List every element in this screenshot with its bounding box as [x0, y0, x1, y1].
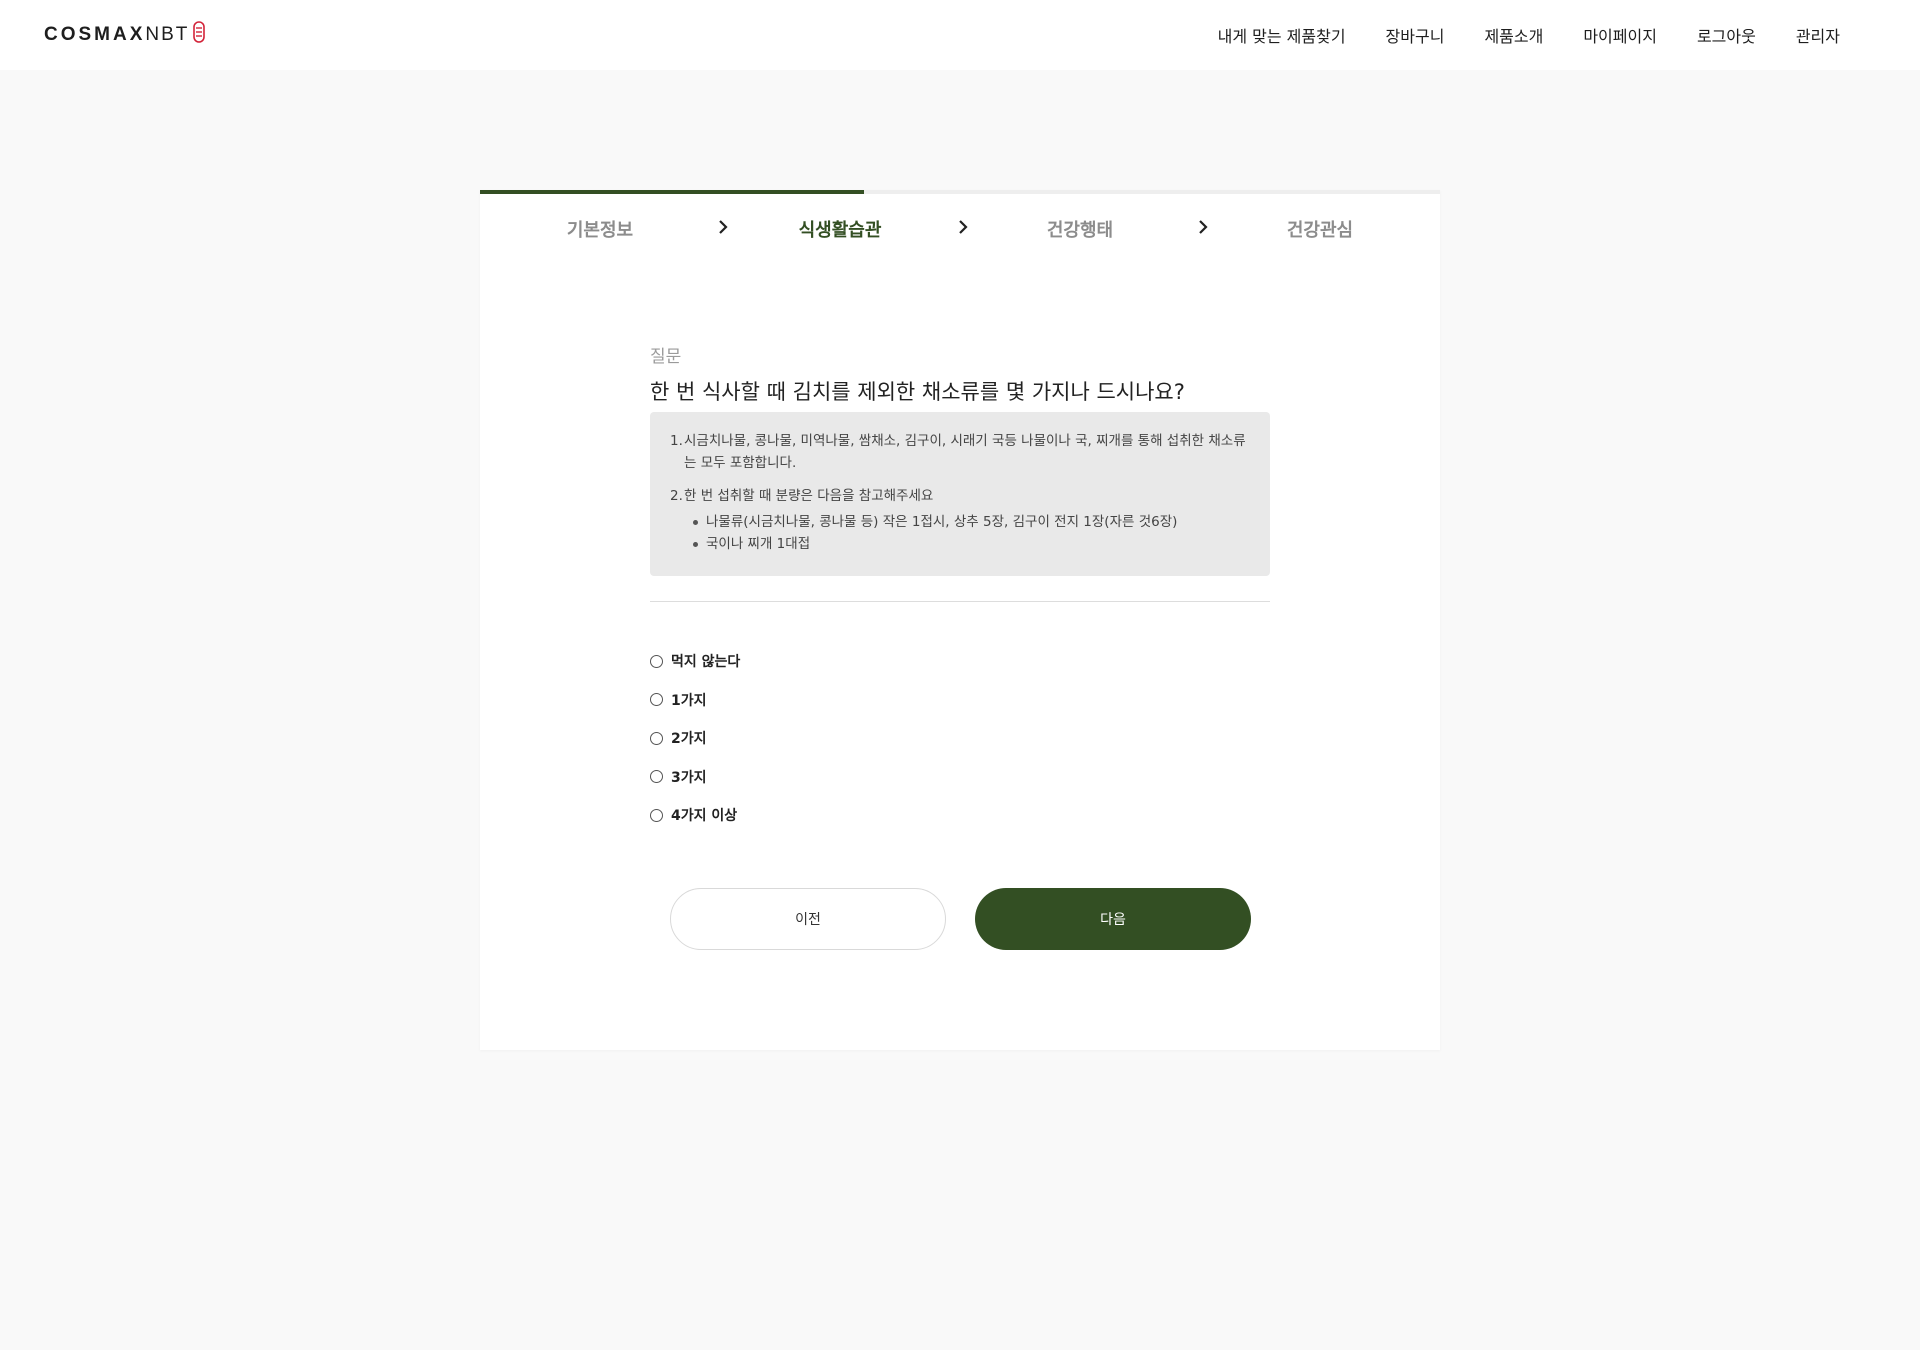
note-2-list: 나물류(시금치나물, 콩나물 등) 작은 1접시, 상추 5장, 김구이 전지 …: [670, 511, 1250, 555]
prev-button[interactable]: 이전: [670, 888, 946, 950]
step-health-interest: 건강관심: [1286, 220, 1354, 241]
step-basic-info: 기본정보: [566, 220, 634, 241]
cosmax-nbt-logo[interactable]: COSMAXNBT: [44, 21, 206, 48]
question-title: 한 번 식사할 때 김치를 제외한 채소류를 몇 가지나 드시나요?: [650, 380, 1185, 404]
note-2-text: 한 번 섭취할 때 분량은 다음을 참고해주세요: [684, 488, 934, 504]
nav-cart[interactable]: 장바구니: [1386, 23, 1445, 47]
logo-mark-icon: [193, 21, 206, 43]
step-health-behavior: 건강행태: [1046, 220, 1114, 241]
nav-logout[interactable]: 로그아웃: [1697, 23, 1756, 47]
note-1: 1. 시금치나물, 콩나물, 미역나물, 쌈채소, 김구이, 시래기 국등 나물…: [670, 430, 1250, 474]
nav-admin[interactable]: 관리자: [1796, 23, 1840, 47]
survey-card: 기본정보 식생활습관 건강행태 건강관심 질문 한 번 식사할 때 김치를 제외…: [480, 190, 1440, 1050]
option-2[interactable]: 2가지: [650, 719, 1270, 758]
radio-button[interactable]: [650, 693, 663, 707]
divider: [650, 601, 1270, 602]
option-3[interactable]: 3가지: [650, 758, 1270, 797]
note-bullet: 나물류(시금치나물, 콩나물 등) 작은 1접시, 상추 5장, 김구이 전지 …: [693, 511, 1250, 533]
next-button[interactable]: 다음: [975, 888, 1251, 950]
site-header: COSMAXNBT 내게 맞는 제품찾기 장바구니 제품소개 마이페이지 로그아…: [0, 0, 1920, 70]
note-2: 2. 한 번 섭취할 때 분량은 다음을 참고해주세요: [670, 485, 1250, 507]
option-1[interactable]: 1가지: [650, 681, 1270, 720]
nav-mypage[interactable]: 마이페이지: [1583, 23, 1657, 47]
question-label: 질문: [650, 347, 682, 367]
option-4-plus[interactable]: 4가지 이상: [650, 796, 1270, 835]
step-diet-habits: 식생활습관: [798, 220, 882, 241]
step-indicator: 기본정보 식생활습관 건강행태 건강관심: [480, 194, 1440, 254]
option-none[interactable]: 먹지 않는다: [650, 642, 1270, 681]
nav-find-product[interactable]: 내게 맞는 제품찾기: [1218, 23, 1346, 47]
note-bullet: 국이나 찌개 1대접: [693, 533, 1250, 555]
radio-button[interactable]: [650, 770, 663, 784]
radio-button[interactable]: [650, 654, 663, 668]
logo-text: COSMAXNBT: [44, 24, 190, 45]
note-1-text: 시금치나물, 콩나물, 미역나물, 쌈채소, 김구이, 시래기 국등 나물이나 …: [684, 433, 1246, 471]
top-nav: 내게 맞는 제품찾기 장바구니 제품소개 마이페이지 로그아웃 관리자: [1218, 0, 1840, 70]
answer-options: 먹지 않는다 1가지 2가지 3가지 4가지 이상: [650, 642, 1270, 835]
question-notes: 1. 시금치나물, 콩나물, 미역나물, 쌈채소, 김구이, 시래기 국등 나물…: [650, 412, 1270, 576]
nav-products[interactable]: 제품소개: [1484, 23, 1543, 47]
radio-button[interactable]: [650, 731, 663, 745]
radio-button[interactable]: [650, 808, 663, 822]
